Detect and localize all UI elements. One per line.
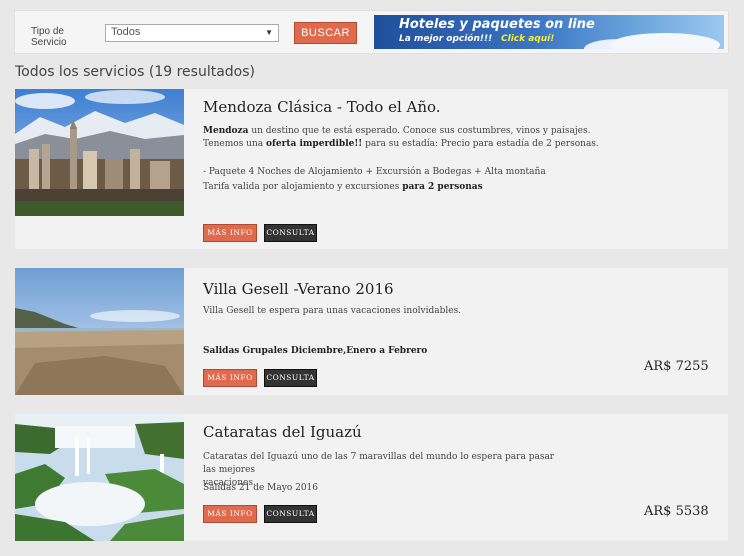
- service-card-mendoza: Mendoza Clásica - Todo el Año. Mendoza u…: [15, 89, 728, 249]
- villa-gesell-dunes-photo[interactable]: [15, 268, 184, 395]
- hotels-promo-banner[interactable]: Hoteles y paquetes on line La mejor opci…: [374, 15, 724, 49]
- price: AR$ 7255: [644, 359, 709, 374]
- cloud-decoration: [610, 33, 720, 49]
- consult-button[interactable]: CONSULTA: [264, 505, 317, 523]
- consult-button[interactable]: CONSULTA: [264, 369, 317, 387]
- banner-subtitle: La mejor opción!!!: [399, 34, 493, 44]
- card-title: Mendoza Clásica - Todo el Año.: [203, 98, 441, 116]
- chevron-down-icon: ▼: [265, 28, 273, 37]
- more-info-button[interactable]: MÁS INFO: [203, 505, 257, 523]
- service-card-villa-gesell: Villa Gesell -Verano 2016 Villa Gesell t…: [15, 268, 728, 395]
- search-button[interactable]: BUSCAR: [294, 22, 357, 44]
- results-heading: Todos los servicios (19 resultados): [15, 64, 255, 80]
- mendoza-city-photo[interactable]: [15, 89, 184, 216]
- card-package-details: - Paquete 4 Noches de Alojamiento + Excu…: [203, 167, 546, 192]
- service-card-iguazu: Cataratas del Iguazú Cataratas del Iguaz…: [15, 414, 728, 541]
- banner-cta[interactable]: Click aquí!: [501, 34, 554, 44]
- more-info-button[interactable]: MÁS INFO: [203, 224, 257, 242]
- iguazu-falls-photo[interactable]: [15, 414, 184, 541]
- card-title: Villa Gesell -Verano 2016: [203, 280, 394, 298]
- search-bar: Tipo de Servicio Todos ▼ BUSCAR Hoteles …: [14, 10, 729, 54]
- service-type-select-value: Todos: [111, 26, 141, 38]
- card-description: Villa Gesell te espera para unas vacacio…: [203, 306, 462, 316]
- consult-button[interactable]: CONSULTA: [264, 224, 317, 242]
- card-departures: Salidas Grupales Diciembre,Enero a Febre…: [203, 346, 428, 356]
- card-title: Cataratas del Iguazú: [203, 423, 362, 441]
- banner-title: Hoteles y paquetes on line: [399, 17, 595, 32]
- more-info-button[interactable]: MÁS INFO: [203, 369, 257, 387]
- service-type-select[interactable]: Todos ▼: [105, 24, 279, 42]
- service-type-label: Tipo de Servicio: [31, 26, 67, 48]
- price: AR$ 5538: [644, 504, 709, 519]
- card-departure-date: Salidas 21 de Mayo 2016: [203, 483, 319, 493]
- card-description: Mendoza un destino que te está esperado.…: [203, 126, 599, 149]
